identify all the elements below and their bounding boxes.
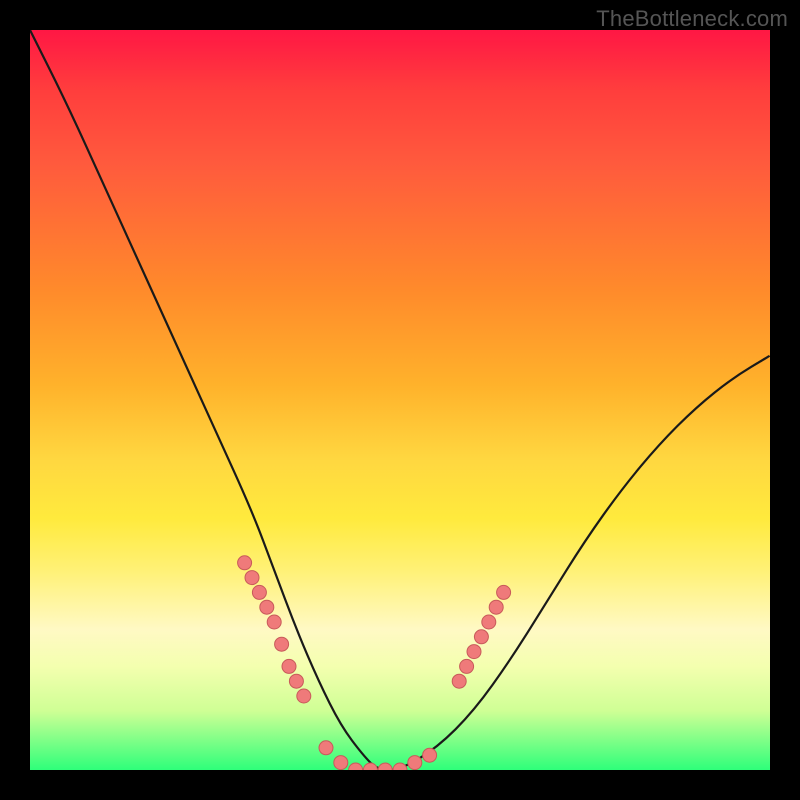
- marker-dot: [497, 585, 511, 599]
- marker-dot: [260, 600, 274, 614]
- bottleneck-chart-svg: [30, 30, 770, 770]
- marker-dot: [267, 615, 281, 629]
- marker-dot: [297, 689, 311, 703]
- marker-dot: [245, 571, 259, 585]
- marker-dot: [319, 741, 333, 755]
- plot-area: [30, 30, 770, 770]
- marker-dot: [378, 763, 392, 770]
- marker-dot: [393, 763, 407, 770]
- marker-dots: [238, 556, 511, 770]
- watermark-text: TheBottleneck.com: [596, 6, 788, 32]
- marker-dot: [423, 748, 437, 762]
- marker-dot: [275, 637, 289, 651]
- marker-dot: [238, 556, 252, 570]
- marker-dot: [334, 756, 348, 770]
- marker-dot: [460, 659, 474, 673]
- marker-dot: [489, 600, 503, 614]
- marker-dot: [363, 763, 377, 770]
- marker-dot: [467, 645, 481, 659]
- marker-dot: [349, 763, 363, 770]
- bottleneck-curve: [30, 30, 770, 770]
- marker-dot: [474, 630, 488, 644]
- chart-frame: TheBottleneck.com: [0, 0, 800, 800]
- marker-dot: [452, 674, 466, 688]
- marker-dot: [289, 674, 303, 688]
- marker-dot: [282, 659, 296, 673]
- marker-dot: [482, 615, 496, 629]
- marker-dot: [408, 756, 422, 770]
- marker-dot: [252, 585, 266, 599]
